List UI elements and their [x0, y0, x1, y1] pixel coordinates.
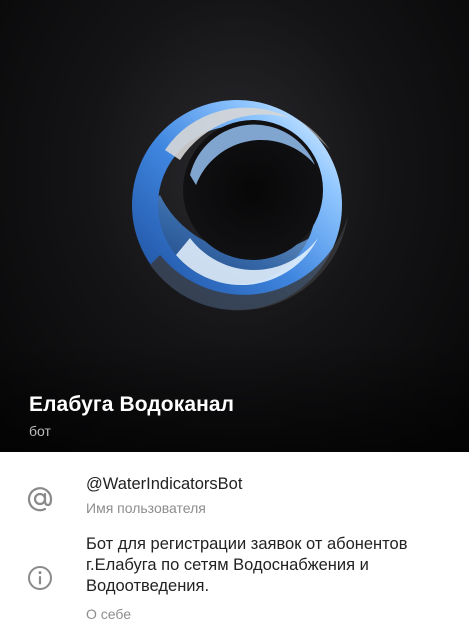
username-row[interactable]: @WaterIndicatorsBot Имя пользователя — [0, 452, 469, 532]
about-label: О себе — [86, 606, 132, 622]
bot-status-label: бот — [29, 423, 51, 439]
info-icon — [26, 564, 54, 592]
bot-name: Елабуга Водоканал — [29, 393, 235, 416]
profile-photo[interactable]: Елабуга Водоканал бот — [0, 0, 469, 452]
about-text: Бот для регистрации заявок от абонентов … — [86, 535, 408, 595]
username-value[interactable]: @WaterIndicatorsBot — [86, 474, 242, 495]
bot-profile: Елабуга Водоканал бот @WaterIndicatorsBo… — [0, 0, 469, 624]
username-label: Имя пользователя — [86, 500, 206, 516]
about-row[interactable]: Бот для регистрации заявок от абонентов … — [0, 532, 469, 624]
at-sign-icon — [26, 485, 54, 513]
